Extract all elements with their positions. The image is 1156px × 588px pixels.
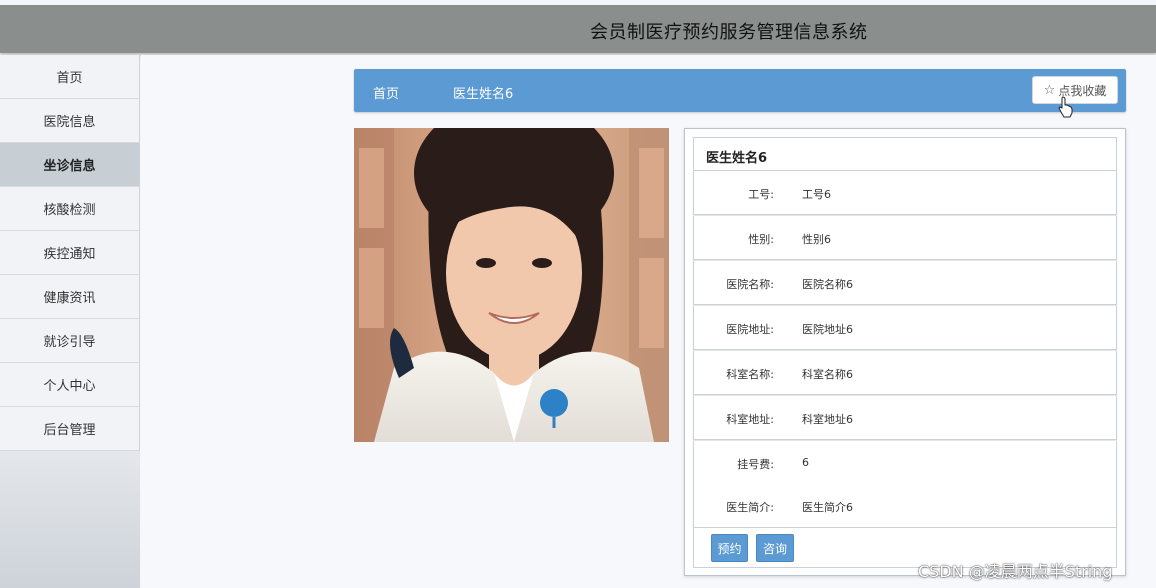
detail-row-gender: 性别: 性别6 [693,216,1117,260]
detail-value: 性别6 [802,233,831,246]
sidebar: 首页 医院信息 坐诊信息 核酸检测 疾控通知 健康资讯 就诊引导 个人中心 后台… [0,55,140,588]
detail-value: 科室名称6 [802,368,853,381]
detail-row-registration-fee: 挂号费: 6 [693,441,1117,485]
system-title: 会员制医疗预约服务管理信息系统 [590,22,868,43]
sidebar-item-health-news[interactable]: 健康资讯 [0,275,140,319]
sidebar-item-admin[interactable]: 后台管理 [0,407,140,451]
detail-label: 医生简介: [726,501,774,514]
sidebar-item-nucleic-test[interactable]: 核酸检测 [0,187,140,231]
star-outline-icon: ☆ [1043,82,1056,98]
sidebar-item-hospital-info[interactable]: 医院信息 [0,99,140,143]
detail-value: 科室地址6 [802,413,853,426]
detail-row-department-name: 科室名称: 科室名称6 [693,351,1117,395]
sidebar-item-visit-guide[interactable]: 就诊引导 [0,319,140,363]
doctor-name-heading: 医生姓名6 [693,137,1117,171]
sidebar-item-disease-notice[interactable]: 疾控通知 [0,231,140,275]
top-header: 会员制医疗预约服务管理信息系统 [0,5,1156,53]
detail-value: 医院地址6 [802,323,853,336]
breadcrumb-bar: 首页 医生姓名6 [354,69,1126,112]
sidebar-item-personal-center[interactable]: 个人中心 [0,363,140,407]
app-window: 会员制医疗预约服务管理信息系统 首页 医院信息 坐诊信息 核酸检测 疾控通知 健… [0,0,1156,588]
watermark: CSDN @凌晨两点半String [918,562,1113,581]
detail-row-doctor-intro: 医生简介: 医生简介6 [693,484,1117,528]
book-button[interactable]: 预约 [711,534,748,562]
detail-label: 科室名称: [726,368,774,381]
detail-row-hospital-name: 医院名称: 医院名称6 [693,261,1117,305]
detail-value: 6 [802,456,809,469]
detail-label: 挂号费: [737,458,774,471]
sidebar-item-consultation-info[interactable]: 坐诊信息 [0,143,140,187]
detail-label: 医院名称: [726,278,774,291]
detail-label: 工号: [748,188,774,201]
breadcrumb-current: 医生姓名6 [453,87,514,102]
detail-row-department-address: 科室地址: 科室地址6 [693,396,1117,440]
detail-value: 医生简介6 [802,501,853,514]
detail-label: 科室地址: [726,413,774,426]
favorite-button[interactable]: ☆ 点我收藏 [1032,76,1118,104]
detail-label: 性别: [748,233,774,246]
sidebar-item-home[interactable]: 首页 [0,55,140,99]
detail-value: 工号6 [802,188,831,201]
detail-value: 医院名称6 [802,278,853,291]
detail-row-id: 工号: 工号6 [693,171,1117,215]
consult-button[interactable]: 咨询 [756,534,794,562]
hand-cursor-icon [1058,96,1073,118]
breadcrumb-home[interactable]: 首页 [373,83,399,102]
detail-label: 医院地址: [726,323,774,336]
doctor-detail-panel: 医生姓名6 工号: 工号6 性别: 性别6 医院名称: 医院名称6 医院地址: … [684,128,1126,576]
detail-row-hospital-address: 医院地址: 医院地址6 [693,306,1117,350]
sidebar-filler [0,451,140,588]
doctor-photo [354,128,669,442]
